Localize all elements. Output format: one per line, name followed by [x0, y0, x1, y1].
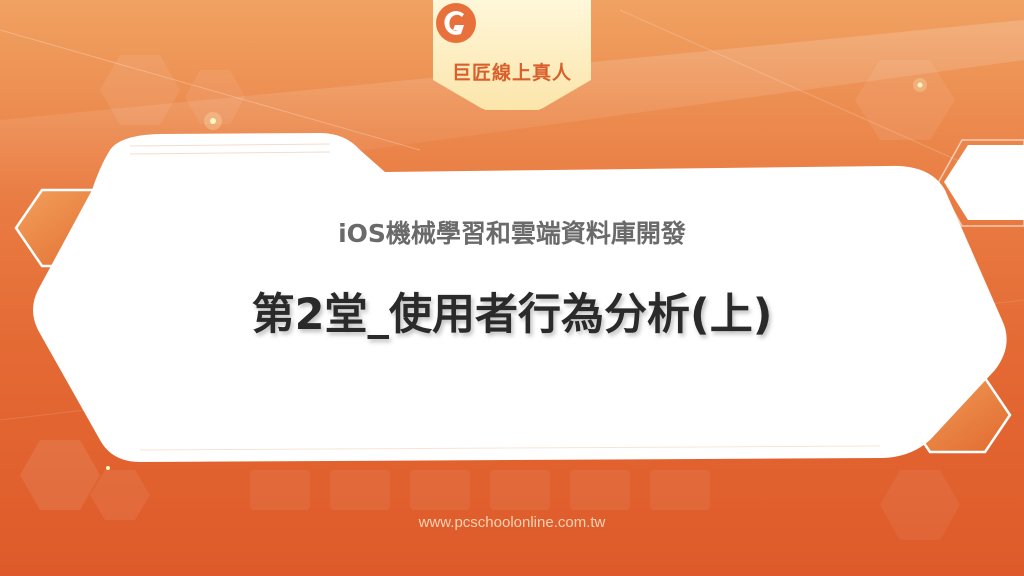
lesson-title: 第2堂_使用者行為分析(上) — [251, 290, 773, 340]
website-url: www.pcschoolonline.com.tw — [418, 514, 606, 531]
title-card: iOS機械學習和雲端資料庫開發 第2堂_使用者行為分析(上) — [0, 0, 1024, 576]
course-subtitle: iOS機械學習和雲端資料庫開發 — [338, 219, 686, 248]
